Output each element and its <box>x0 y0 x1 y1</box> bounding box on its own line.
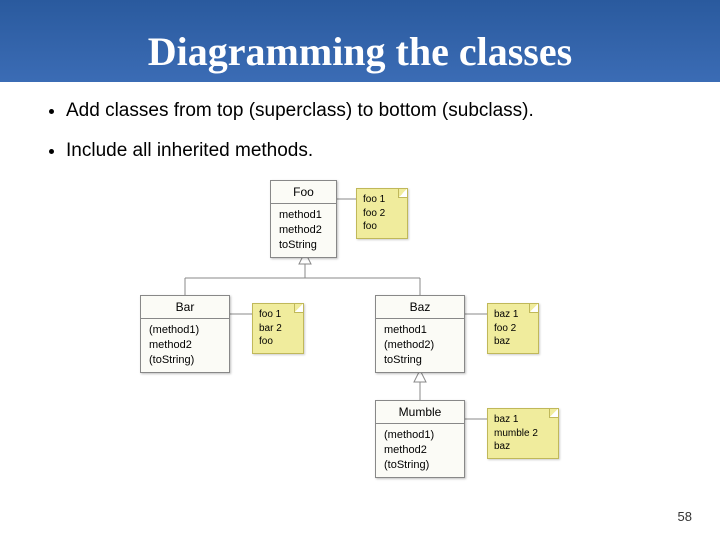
method-label: (method1) <box>149 323 221 338</box>
note-line: foo <box>259 335 297 349</box>
class-name-label: Bar <box>141 296 229 319</box>
method-label: (toString) <box>384 458 456 473</box>
method-label: method2 <box>149 338 221 353</box>
class-methods: method1 method2 toString <box>271 204 336 257</box>
class-methods: (method1) method2 (toString) <box>141 319 229 372</box>
note-line: foo 2 <box>494 322 532 336</box>
method-label: method1 <box>279 208 328 223</box>
method-label: method2 <box>279 223 328 238</box>
class-methods: (method1) method2 (toString) <box>376 424 464 477</box>
class-name-label: Baz <box>376 296 464 319</box>
title-band: Diagramming the classes <box>0 0 720 82</box>
bullet-list: Add classes from top (superclass) to bot… <box>26 100 720 162</box>
class-box-foo: Foo method1 method2 toString <box>270 180 337 258</box>
note-line: foo 2 <box>363 207 401 221</box>
uml-diagram: Foo method1 method2 toString foo 1 foo 2… <box>80 180 640 500</box>
method-label: (method1) <box>384 428 456 443</box>
note-line: foo 1 <box>363 193 401 207</box>
method-label: toString <box>384 353 456 368</box>
note-foo: foo 1 foo 2 foo <box>356 188 408 239</box>
class-methods: method1 (method2) toString <box>376 319 464 372</box>
class-box-bar: Bar (method1) method2 (toString) <box>140 295 230 373</box>
note-line: baz <box>494 440 552 454</box>
method-label: method1 <box>384 323 456 338</box>
method-label: method2 <box>384 443 456 458</box>
note-line: baz <box>494 335 532 349</box>
note-mumble: baz 1 mumble 2 baz <box>487 408 559 459</box>
note-line: bar 2 <box>259 322 297 336</box>
bullet-item-1: Add classes from top (superclass) to bot… <box>66 100 720 122</box>
bullet-item-2: Include all inherited methods. <box>66 140 720 162</box>
method-label: (method2) <box>384 338 456 353</box>
note-baz: baz 1 foo 2 baz <box>487 303 539 354</box>
class-box-mumble: Mumble (method1) method2 (toString) <box>375 400 465 478</box>
method-label: toString <box>279 238 328 253</box>
note-line: foo <box>363 220 401 234</box>
method-label: (toString) <box>149 353 221 368</box>
page-number: 58 <box>678 509 692 524</box>
class-box-baz: Baz method1 (method2) toString <box>375 295 465 373</box>
note-line: mumble 2 <box>494 427 552 441</box>
slide-title: Diagramming the classes <box>0 0 720 75</box>
note-line: baz 1 <box>494 308 532 322</box>
note-line: baz 1 <box>494 413 552 427</box>
class-name-label: Foo <box>271 181 336 204</box>
note-bar: foo 1 bar 2 foo <box>252 303 304 354</box>
note-line: foo 1 <box>259 308 297 322</box>
class-name-label: Mumble <box>376 401 464 424</box>
